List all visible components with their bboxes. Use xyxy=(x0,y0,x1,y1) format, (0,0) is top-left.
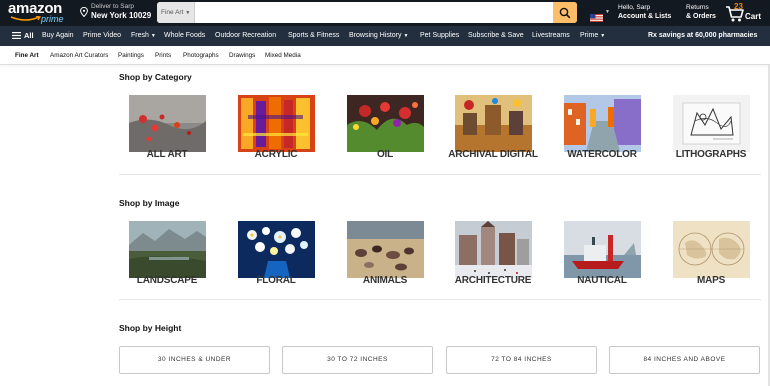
account-label: Account & Lists xyxy=(618,13,672,20)
category-tile-all-art[interactable]: ALL ART xyxy=(112,95,222,165)
nav-sports-fitness[interactable]: Sports & Fitness xyxy=(288,26,339,46)
image-label: MAPS xyxy=(696,275,726,286)
image-tile-architecture[interactable]: ARCHITECTURE xyxy=(438,221,548,291)
subnav-fine-art[interactable]: Fine Art xyxy=(15,46,39,65)
height-button-30-72[interactable]: 30 TO 72 INCHES xyxy=(282,346,433,374)
nav-pet-supplies[interactable]: Pet Supplies xyxy=(420,26,459,46)
category-tile-oil[interactable]: OIL xyxy=(330,95,440,165)
section-divider xyxy=(119,299,761,300)
us-flag-icon xyxy=(590,14,603,22)
category-tile-acrylic[interactable]: ACRYLIC xyxy=(221,95,331,165)
search-category-dropdown[interactable]: Fine Art ▼ xyxy=(157,2,195,23)
section-divider xyxy=(119,174,761,175)
nav-browsing-history-label: Browsing History xyxy=(349,32,402,39)
nav-browsing-history[interactable]: Browsing History ▼ xyxy=(349,26,408,46)
shop-by-height-title: Shop by Height xyxy=(119,323,182,333)
caret-down-icon: ▼ xyxy=(185,10,191,16)
nav-fresh[interactable]: Fresh ▼ xyxy=(131,26,156,46)
caret-down-icon: ▼ xyxy=(403,33,409,39)
nav-prime[interactable]: Prime ▼ xyxy=(580,26,605,46)
deliver-line2: New York 10029 xyxy=(91,11,152,20)
amazon-logo[interactable]: amazon prime xyxy=(8,1,72,24)
category-label: LITHOGRAPHS xyxy=(675,149,747,160)
deliver-line1: Deliver to Sarp xyxy=(91,3,134,10)
category-tile-archival-digital[interactable]: ARCHIVAL DIGITAL xyxy=(438,95,548,165)
subnav-photographs[interactable]: Photographs xyxy=(183,46,219,65)
height-button-84-above[interactable]: 84 INCHES AND ABOVE xyxy=(609,346,760,374)
top-header: amazon prime Deliver to Sarp New York 10… xyxy=(0,0,770,26)
nav-all-label: All xyxy=(24,31,34,40)
nav-prime-label: Prime xyxy=(580,32,599,39)
subnav-prints[interactable]: Prints xyxy=(155,46,171,65)
subnav-art-curators[interactable]: Amazon Art Curators xyxy=(50,46,108,65)
floral-image xyxy=(237,221,315,278)
caret-down-icon: ▼ xyxy=(150,33,156,39)
cart-label: Cart xyxy=(745,12,762,21)
landscape-image xyxy=(128,221,206,278)
archival-digital-image xyxy=(454,95,532,152)
nav-outdoor-recreation[interactable]: Outdoor Recreation xyxy=(215,26,276,46)
amazon-smile-icon xyxy=(10,16,41,21)
oil-image xyxy=(346,95,424,152)
main-nav: All Buy Again Prime Video Fresh ▼ Whole … xyxy=(0,26,770,46)
all-art-image xyxy=(128,95,206,152)
nav-prime-video[interactable]: Prime Video xyxy=(83,26,121,46)
nautical-image xyxy=(563,221,641,278)
search-input[interactable] xyxy=(195,2,553,23)
lithographs-image xyxy=(672,95,750,152)
shop-by-image-title: Shop by Image xyxy=(119,198,180,208)
architecture-image xyxy=(454,221,532,278)
search-bar: Fine Art ▼ xyxy=(157,2,577,23)
subnav-paintings[interactable]: Paintings xyxy=(118,46,144,65)
subnav-drawings[interactable]: Drawings xyxy=(229,46,255,65)
logo-prime: prime xyxy=(41,14,64,24)
search-icon xyxy=(559,7,571,18)
nav-fresh-label: Fresh xyxy=(131,32,149,39)
caret-down-icon: ▼ xyxy=(600,33,606,39)
search-category-label: Fine Art xyxy=(161,9,184,16)
fine-art-subnav: Fine Art Amazon Art Curators Paintings P… xyxy=(0,46,770,65)
shop-by-category-title: Shop by Category xyxy=(119,72,192,82)
language-selector[interactable]: ▼ xyxy=(590,9,610,22)
subnav-mixed-media[interactable]: Mixed Media xyxy=(265,46,301,65)
animals-image xyxy=(346,221,424,278)
maps-image xyxy=(672,221,750,278)
image-tile-floral[interactable]: FLORAL xyxy=(221,221,331,291)
returns-and-orders[interactable]: Returns & Orders xyxy=(686,3,716,21)
nav-rx-promo[interactable]: Rx savings at 60,000 pharmacies xyxy=(648,26,757,46)
nav-subscribe-save[interactable]: Subscribe & Save xyxy=(468,26,524,46)
category-tile-watercolor[interactable]: WATERCOLOR xyxy=(547,95,657,165)
location-pin-icon xyxy=(80,7,88,17)
account-and-lists[interactable]: Hello, Sarp Account & Lists xyxy=(618,3,671,21)
image-tile-maps[interactable]: MAPS xyxy=(656,221,766,291)
orders-line1: Returns xyxy=(686,4,709,11)
height-button-72-84[interactable]: 72 TO 84 INCHES xyxy=(446,346,597,374)
height-button-30-under[interactable]: 30 INCHES & UNDER xyxy=(119,346,270,374)
menu-icon xyxy=(12,31,21,39)
account-greeting: Hello, Sarp xyxy=(618,4,651,11)
cart-count: 23 xyxy=(734,2,743,11)
nav-buy-again[interactable]: Buy Again xyxy=(42,26,74,46)
nav-whole-foods[interactable]: Whole Foods xyxy=(164,26,205,46)
category-tile-lithographs[interactable]: LITHOGRAPHS xyxy=(656,95,766,165)
orders-line2: & Orders xyxy=(686,13,716,20)
search-button[interactable] xyxy=(553,2,577,23)
image-tile-nautical[interactable]: NAUTICAL xyxy=(547,221,657,291)
acrylic-image xyxy=(237,95,315,152)
nav-livestreams[interactable]: Livestreams xyxy=(532,26,570,46)
watercolor-image xyxy=(563,95,641,152)
nav-all-menu[interactable]: All xyxy=(12,26,34,46)
image-tile-landscape[interactable]: LANDSCAPE xyxy=(112,221,222,291)
cart-button[interactable]: 23 Cart xyxy=(725,2,765,24)
caret-down-icon: ▼ xyxy=(605,9,610,15)
image-tile-animals[interactable]: ANIMALS xyxy=(330,221,440,291)
